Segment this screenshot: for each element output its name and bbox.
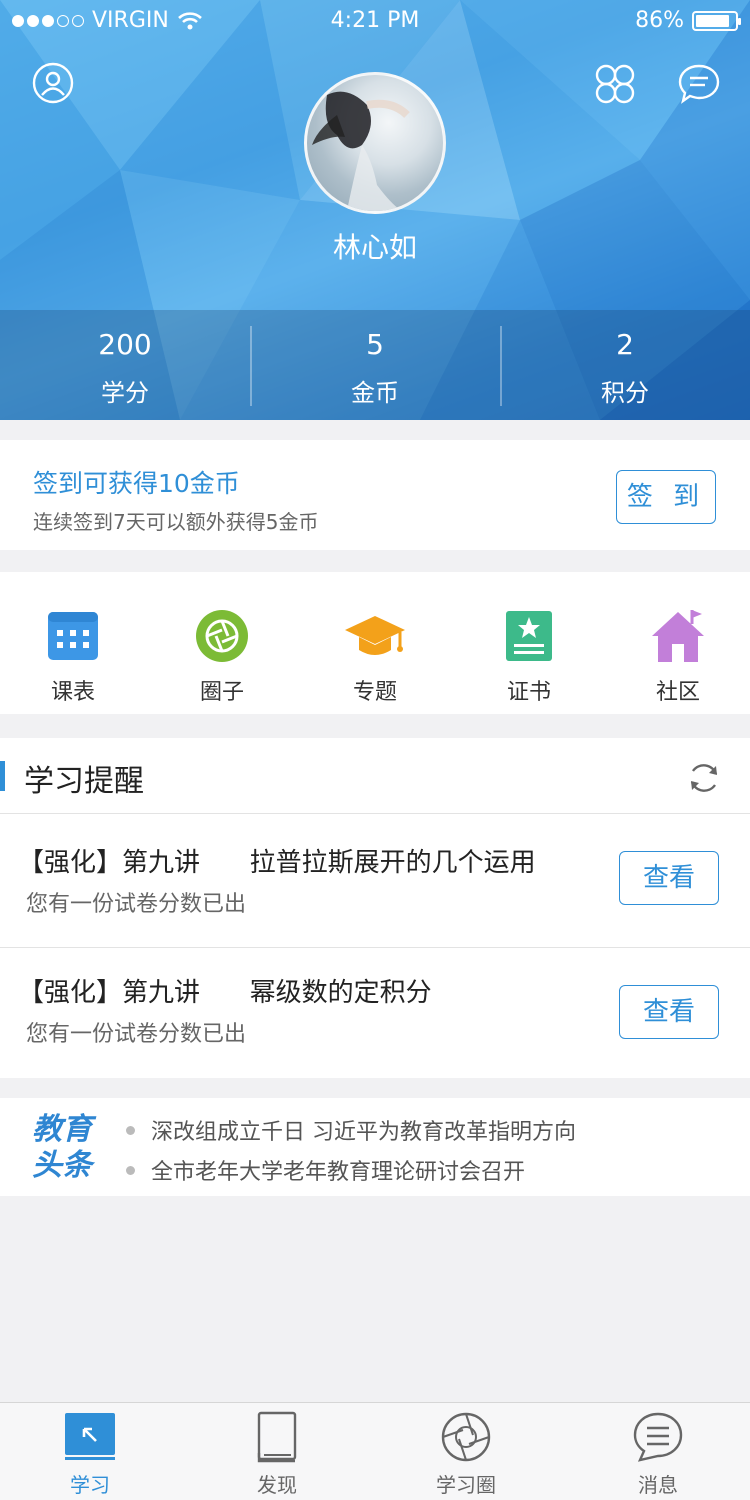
reminder-item: 【强化】第九讲 拉普拉斯展开的几个运用 您有一份试卷分数已出 查看 <box>0 814 750 948</box>
battery-percent: 86% <box>635 8 684 33</box>
avatar[interactable] <box>304 72 446 214</box>
status-bar: VIRGIN 4:21 PM 86% <box>0 0 750 40</box>
news-logo-line: 教育 <box>32 1112 92 1147</box>
study-reminders: 学习提醒 【强化】第九讲 拉普拉斯展开的几个运用 您有一份试卷分数已出 查看 【… <box>0 738 750 1078</box>
bullet-icon <box>126 1165 135 1175</box>
tab-study[interactable]: 学习 <box>30 1403 150 1500</box>
section-accent-bar <box>0 761 5 791</box>
stat-coins[interactable]: 5 金币 <box>250 310 500 420</box>
signin-title: 签到可获得10金币 <box>33 469 240 498</box>
tab-label: 学习圈 <box>436 1473 496 1497</box>
menu-item-certificate[interactable]: 证书 <box>479 572 579 706</box>
reminder-item: 【强化】第九讲 幂级数的定积分 您有一份试卷分数已出 查看 <box>0 944 750 1078</box>
house-icon <box>652 610 704 662</box>
stat-label: 金币 <box>351 379 399 407</box>
profile-header: VIRGIN 4:21 PM 86% 林心如 200 学分 5 金币 2 积分 <box>0 0 750 420</box>
news-headline: 全市老年大学老年教育理论研讨会召开 <box>151 1160 526 1185</box>
message-icon <box>633 1412 683 1462</box>
avatar-photo <box>312 91 410 211</box>
news-logo: 教育 头条 <box>22 1112 102 1184</box>
news-headline: 深改组成立千日 习近平为教育改革指明方向 <box>151 1120 576 1145</box>
stat-credits[interactable]: 200 学分 <box>0 310 250 420</box>
tab-label: 学习 <box>70 1473 110 1497</box>
certificate-icon <box>506 611 552 661</box>
tab-study-circle[interactable]: 学习圈 <box>406 1403 526 1500</box>
stat-value: 200 <box>98 328 152 361</box>
aperture-icon <box>196 610 248 662</box>
signin-button[interactable]: 签 到 <box>616 470 716 524</box>
tab-discover[interactable]: 发现 <box>217 1403 337 1500</box>
battery-icon <box>692 10 741 31</box>
reminder-title: 【强化】第九讲 拉普拉斯展开的几个运用 <box>18 848 536 878</box>
tab-label: 发现 <box>257 1473 297 1497</box>
reminders-title: 学习提醒 <box>24 764 144 799</box>
news-item[interactable]: 深改组成立千日 习近平为教育改革指明方向 <box>126 1114 576 1146</box>
menu-label: 社区 <box>655 680 700 705</box>
stat-label: 学分 <box>101 379 149 407</box>
reminders-header: 学习提醒 <box>0 738 750 814</box>
news-item[interactable]: 全市老年大学老年教育理论研讨会召开 <box>126 1154 525 1186</box>
menu-item-community[interactable]: 社区 <box>628 572 728 706</box>
menu-label: 圈子 <box>199 680 244 705</box>
menu-item-schedule[interactable]: 课表 <box>23 572 123 706</box>
menu-item-topics[interactable]: 专题 <box>325 572 425 706</box>
bullet-icon <box>126 1125 135 1135</box>
menu-item-circle[interactable]: 圈子 <box>172 572 272 706</box>
reminder-title: 【强化】第九讲 幂级数的定积分 <box>18 978 432 1008</box>
menu-label: 课表 <box>50 680 95 705</box>
calendar-icon <box>48 612 98 660</box>
menu-label: 专题 <box>352 680 397 705</box>
stats-bar: 200 学分 5 金币 2 积分 <box>0 310 750 420</box>
view-button[interactable]: 查看 <box>619 985 719 1039</box>
aperture-icon <box>441 1412 491 1462</box>
apps-icon[interactable] <box>593 62 637 106</box>
view-button[interactable]: 查看 <box>619 851 719 905</box>
stat-points[interactable]: 2 积分 <box>500 310 750 420</box>
stat-label: 积分 <box>601 379 649 407</box>
news-logo-line: 头条 <box>32 1148 92 1183</box>
signin-card: 签到可获得10金币 连续签到7天可以额外获得5金币 签 到 <box>0 440 750 550</box>
tab-label: 消息 <box>638 1473 678 1497</box>
chat-icon[interactable] <box>677 62 721 106</box>
tab-bar: 学习 发现 学习圈 消息 <box>0 1402 750 1500</box>
reminder-subtitle: 您有一份试卷分数已出 <box>26 892 247 917</box>
tab-messages[interactable]: 消息 <box>598 1403 718 1500</box>
feature-menu: 课表 圈子 专题 证书 社区 <box>0 572 750 714</box>
signin-subtitle: 连续签到7天可以额外获得5金币 <box>33 510 319 534</box>
reminder-subtitle: 您有一份试卷分数已出 <box>26 1022 247 1047</box>
stat-value: 5 <box>366 328 384 361</box>
user-profile-icon[interactable] <box>32 62 74 104</box>
graduation-cap-icon <box>345 616 405 655</box>
stat-value: 2 <box>616 328 634 361</box>
education-news: 教育 头条 深改组成立千日 习近平为教育改革指明方向 全市老年大学老年教育理论研… <box>0 1098 750 1196</box>
menu-label: 证书 <box>506 680 551 705</box>
refresh-icon[interactable] <box>686 760 722 796</box>
study-icon <box>65 1413 115 1460</box>
book-icon <box>257 1411 297 1463</box>
user-name: 林心如 <box>332 231 417 264</box>
